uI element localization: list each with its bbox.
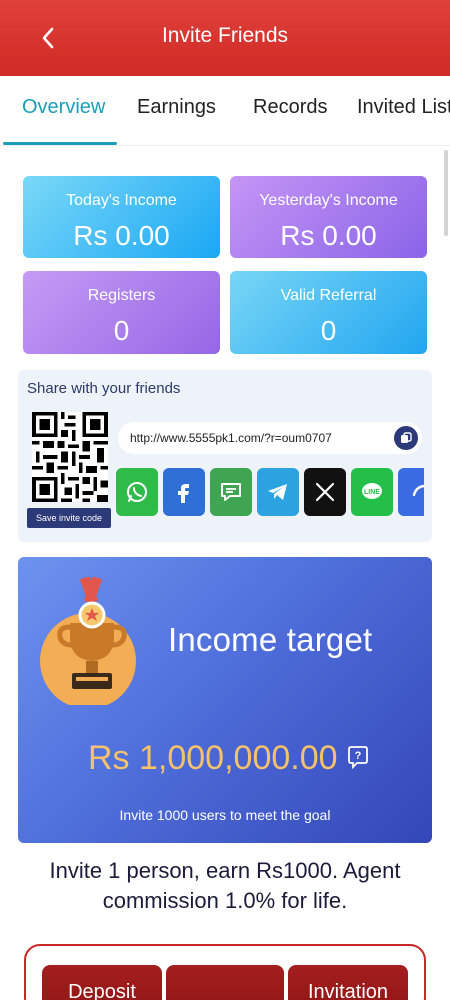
invite-link-field[interactable]: http://www.5555pk1.com/?r=oum0707 [118,422,422,454]
middle-action-button[interactable] [166,965,284,1000]
yesterdays-income-label: Yesterday's Income [259,192,398,209]
invite-link-text: http://www.5555pk1.com/?r=oum0707 [130,431,332,445]
share-telegram-button[interactable] [257,468,299,516]
income-target-card: Income target Rs 1,000,000.00 ? Invite 1… [18,557,432,843]
invitation-button[interactable]: Invitation [288,965,408,1000]
income-target-amount: Rs 1,000,000.00 [88,739,338,777]
todays-income-label: Today's Income [66,192,177,209]
income-target-title: Income target [168,621,373,658]
whatsapp-icon [127,482,147,502]
scrollbar[interactable] [444,150,448,236]
copy-link-button[interactable] [394,426,418,450]
share-whatsapp-button[interactable] [116,468,158,516]
facebook-icon [178,484,189,503]
copy-icon [401,432,412,443]
registers-card: Registers 0 [23,271,220,354]
registers-label: Registers [87,287,156,304]
tab-earnings[interactable]: Earnings [137,96,216,119]
qr-code-image [32,412,108,502]
svg-text:LINE: LINE [364,489,380,496]
tab-overview[interactable]: Overview [22,96,105,119]
line-icon: LINE [362,483,382,499]
app-header: Invite Friends [0,0,450,76]
registers-value: 0 [113,315,130,346]
save-invite-code-button[interactable]: Save invite code [27,508,111,528]
valid-referral-value: 0 [320,315,337,346]
x-icon [315,482,335,502]
svg-text:?: ? [355,750,362,762]
share-title: Share with your friends [27,380,181,397]
question-bubble-icon: ? [348,746,368,770]
more-icon [412,484,424,497]
action-button-panel: Deposit Invitation [24,944,426,1000]
valid-referral-label: Valid Referral [280,287,377,304]
tab-bar: Overview Earnings Records Invited List [0,76,450,146]
commission-info-text: Invite 1 person, earn Rs1000. Agent comm… [49,858,401,913]
trophy-icon [40,577,136,705]
tab-invited-list[interactable]: Invited List [357,96,450,119]
deposit-button[interactable]: Deposit [42,965,162,1000]
share-panel: Share with your friends Save invite code… [18,370,432,542]
tab-records[interactable]: Records [253,96,327,119]
target-help-button[interactable]: ? [347,745,369,770]
page-title: Invite Friends [161,24,289,47]
telegram-icon [268,484,287,500]
share-more-button[interactable] [398,468,424,516]
income-target-subtitle: Invite 1000 users to meet the goal [119,807,331,823]
share-line-button[interactable]: LINE [351,468,393,516]
qr-code-block: Save invite code [27,412,111,532]
share-sms-button[interactable] [210,468,252,516]
share-facebook-button[interactable] [163,468,205,516]
share-x-button[interactable] [304,468,346,516]
sms-icon [221,483,241,501]
todays-income-value: Rs 0.00 [73,220,170,251]
valid-referral-card: Valid Referral 0 [230,271,427,354]
active-tab-indicator [3,142,117,145]
social-share-row: LINE [116,468,424,520]
yesterdays-income-value: Rs 0.00 [280,220,377,251]
yesterdays-income-card: Yesterday's Income Rs 0.00 [230,176,427,258]
todays-income-card: Today's Income Rs 0.00 [23,176,220,258]
